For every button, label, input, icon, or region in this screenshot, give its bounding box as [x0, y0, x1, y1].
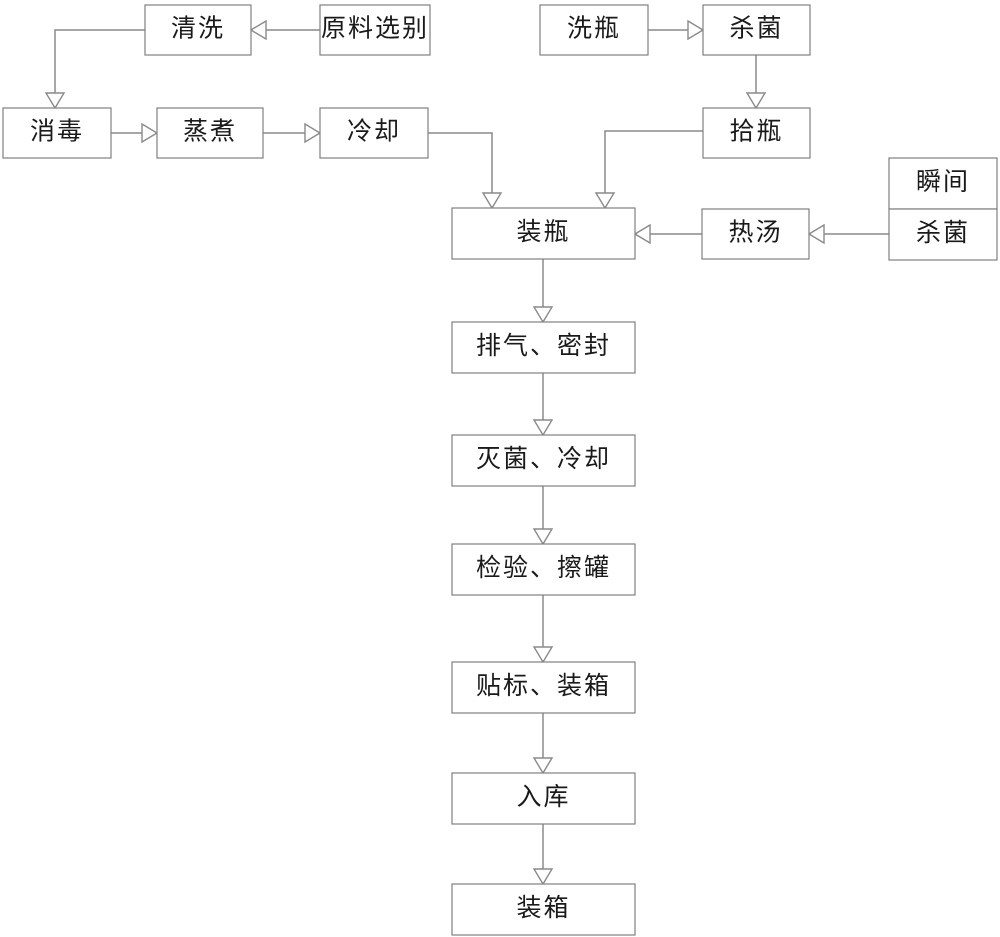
connector-arrowhead: [532, 868, 554, 886]
connector-arrowhead: [633, 223, 651, 245]
node-label: 冷却: [347, 118, 401, 146]
flow-node-hot_soup[interactable]: 热汤: [701, 208, 810, 260]
node-label: 瞬间: [916, 168, 970, 196]
node-label: 贴标、装箱: [476, 672, 611, 700]
node-label: 灭菌、冷却: [476, 445, 611, 473]
flow-node-bottle_wash[interactable]: 洗瓶: [539, 4, 649, 56]
flow-connector: [594, 130, 703, 210]
node-label: 检验、擦罐: [476, 554, 611, 582]
flow-connector: [633, 223, 702, 245]
flow-node-exhaust_seal[interactable]: 排气、密封: [451, 321, 636, 374]
flow-connector: [532, 824, 554, 886]
connector-arrowhead: [44, 92, 66, 110]
flow-node-packing[interactable]: 装箱: [451, 883, 636, 936]
flow-connector: [249, 19, 320, 41]
flow-connector: [263, 122, 322, 144]
flow-node-disinfect[interactable]: 消毒: [2, 107, 112, 159]
node-label: 杀菌: [729, 15, 783, 43]
flow-node-label_box[interactable]: 贴标、装箱: [451, 661, 636, 714]
node-label: 洗瓶: [567, 15, 621, 43]
node-label: 热汤: [728, 219, 782, 247]
connector-arrowhead: [532, 757, 554, 775]
flow-connector: [532, 373, 554, 437]
connector-arrowhead: [532, 646, 554, 664]
connector-line: [604, 130, 703, 193]
node-label: 入库: [516, 783, 570, 811]
connector-arrowhead: [594, 192, 616, 210]
connector-line: [54, 29, 145, 93]
flow-node-sterile_cool[interactable]: 灭菌、冷却: [451, 434, 636, 487]
connector-arrowhead: [141, 122, 159, 144]
connector-arrowhead: [532, 306, 554, 324]
connector-arrowhead: [249, 19, 267, 41]
flow-connector: [532, 713, 554, 775]
connector-arrowhead: [532, 419, 554, 437]
flow-node-raw_select[interactable]: 原料选别: [319, 4, 431, 56]
node-label: 排气、密封: [476, 332, 611, 360]
node-label: 蒸煮: [183, 118, 237, 146]
connector-arrowhead: [745, 92, 767, 110]
flow-node-warehouse[interactable]: 入库: [451, 772, 636, 825]
connector-arrowhead: [532, 528, 554, 546]
flow-connector: [44, 29, 145, 110]
node-label: 拾瓶: [729, 118, 783, 146]
connector-arrowhead: [481, 192, 503, 210]
flow-connector: [111, 122, 159, 144]
flowchart-diagram: 原料选别 清洗 消毒 蒸煮 冷却 洗瓶 杀菌 拾瓶 瞬间 杀菌 热汤 装瓶 排气、密封 灭菌、冷却 检验、擦…: [0, 0, 1000, 937]
flow-connector: [532, 595, 554, 664]
connector-arrowhead: [807, 223, 825, 245]
flow-node-pick_bottle[interactable]: 拾瓶: [702, 107, 811, 159]
connector-arrowhead: [304, 122, 322, 144]
flow-connector: [807, 223, 889, 245]
nodes-layer: 原料选别清洗消毒 蒸煮 冷却洗瓶 杀菌拾瓶瞬间杀菌热汤装瓶排气、密封灭菌、冷却检验、擦…: [2, 4, 998, 936]
flowchart-canvas: 原料选别清洗消毒 蒸煮 冷却洗瓶 杀菌拾瓶瞬间杀菌热汤装瓶排气、密封灭菌、冷却检验、擦…: [2, 4, 998, 936]
flow-connector: [428, 132, 503, 210]
flow-connector: [745, 55, 767, 110]
flow-node-cool[interactable]: 冷却: [319, 107, 429, 159]
flow-node-instant[interactable]: 瞬间: [888, 157, 998, 210]
connector-line: [428, 132, 493, 193]
flow-node-inspect_wipe[interactable]: 检验、擦罐: [451, 543, 636, 596]
flow-connector: [532, 486, 554, 546]
node-label: 清洗: [171, 15, 225, 43]
flow-node-sterilize2[interactable]: 杀菌: [888, 208, 998, 261]
flow-node-steam_cook[interactable]: 蒸煮: [156, 107, 264, 159]
node-label: 装瓶: [516, 218, 570, 246]
node-label: 杀菌: [916, 219, 970, 247]
flow-connector: [532, 259, 554, 324]
node-label: 消毒: [30, 118, 84, 146]
flow-connector: [648, 19, 705, 41]
node-label: 原料选别: [321, 15, 429, 43]
node-label: 装箱: [516, 894, 570, 922]
connector-arrowhead: [687, 19, 705, 41]
flow-node-wash[interactable]: 清洗: [144, 4, 252, 56]
flow-node-sterilize1[interactable]: 杀菌: [702, 4, 811, 56]
flow-node-filling[interactable]: 装瓶: [451, 207, 636, 260]
